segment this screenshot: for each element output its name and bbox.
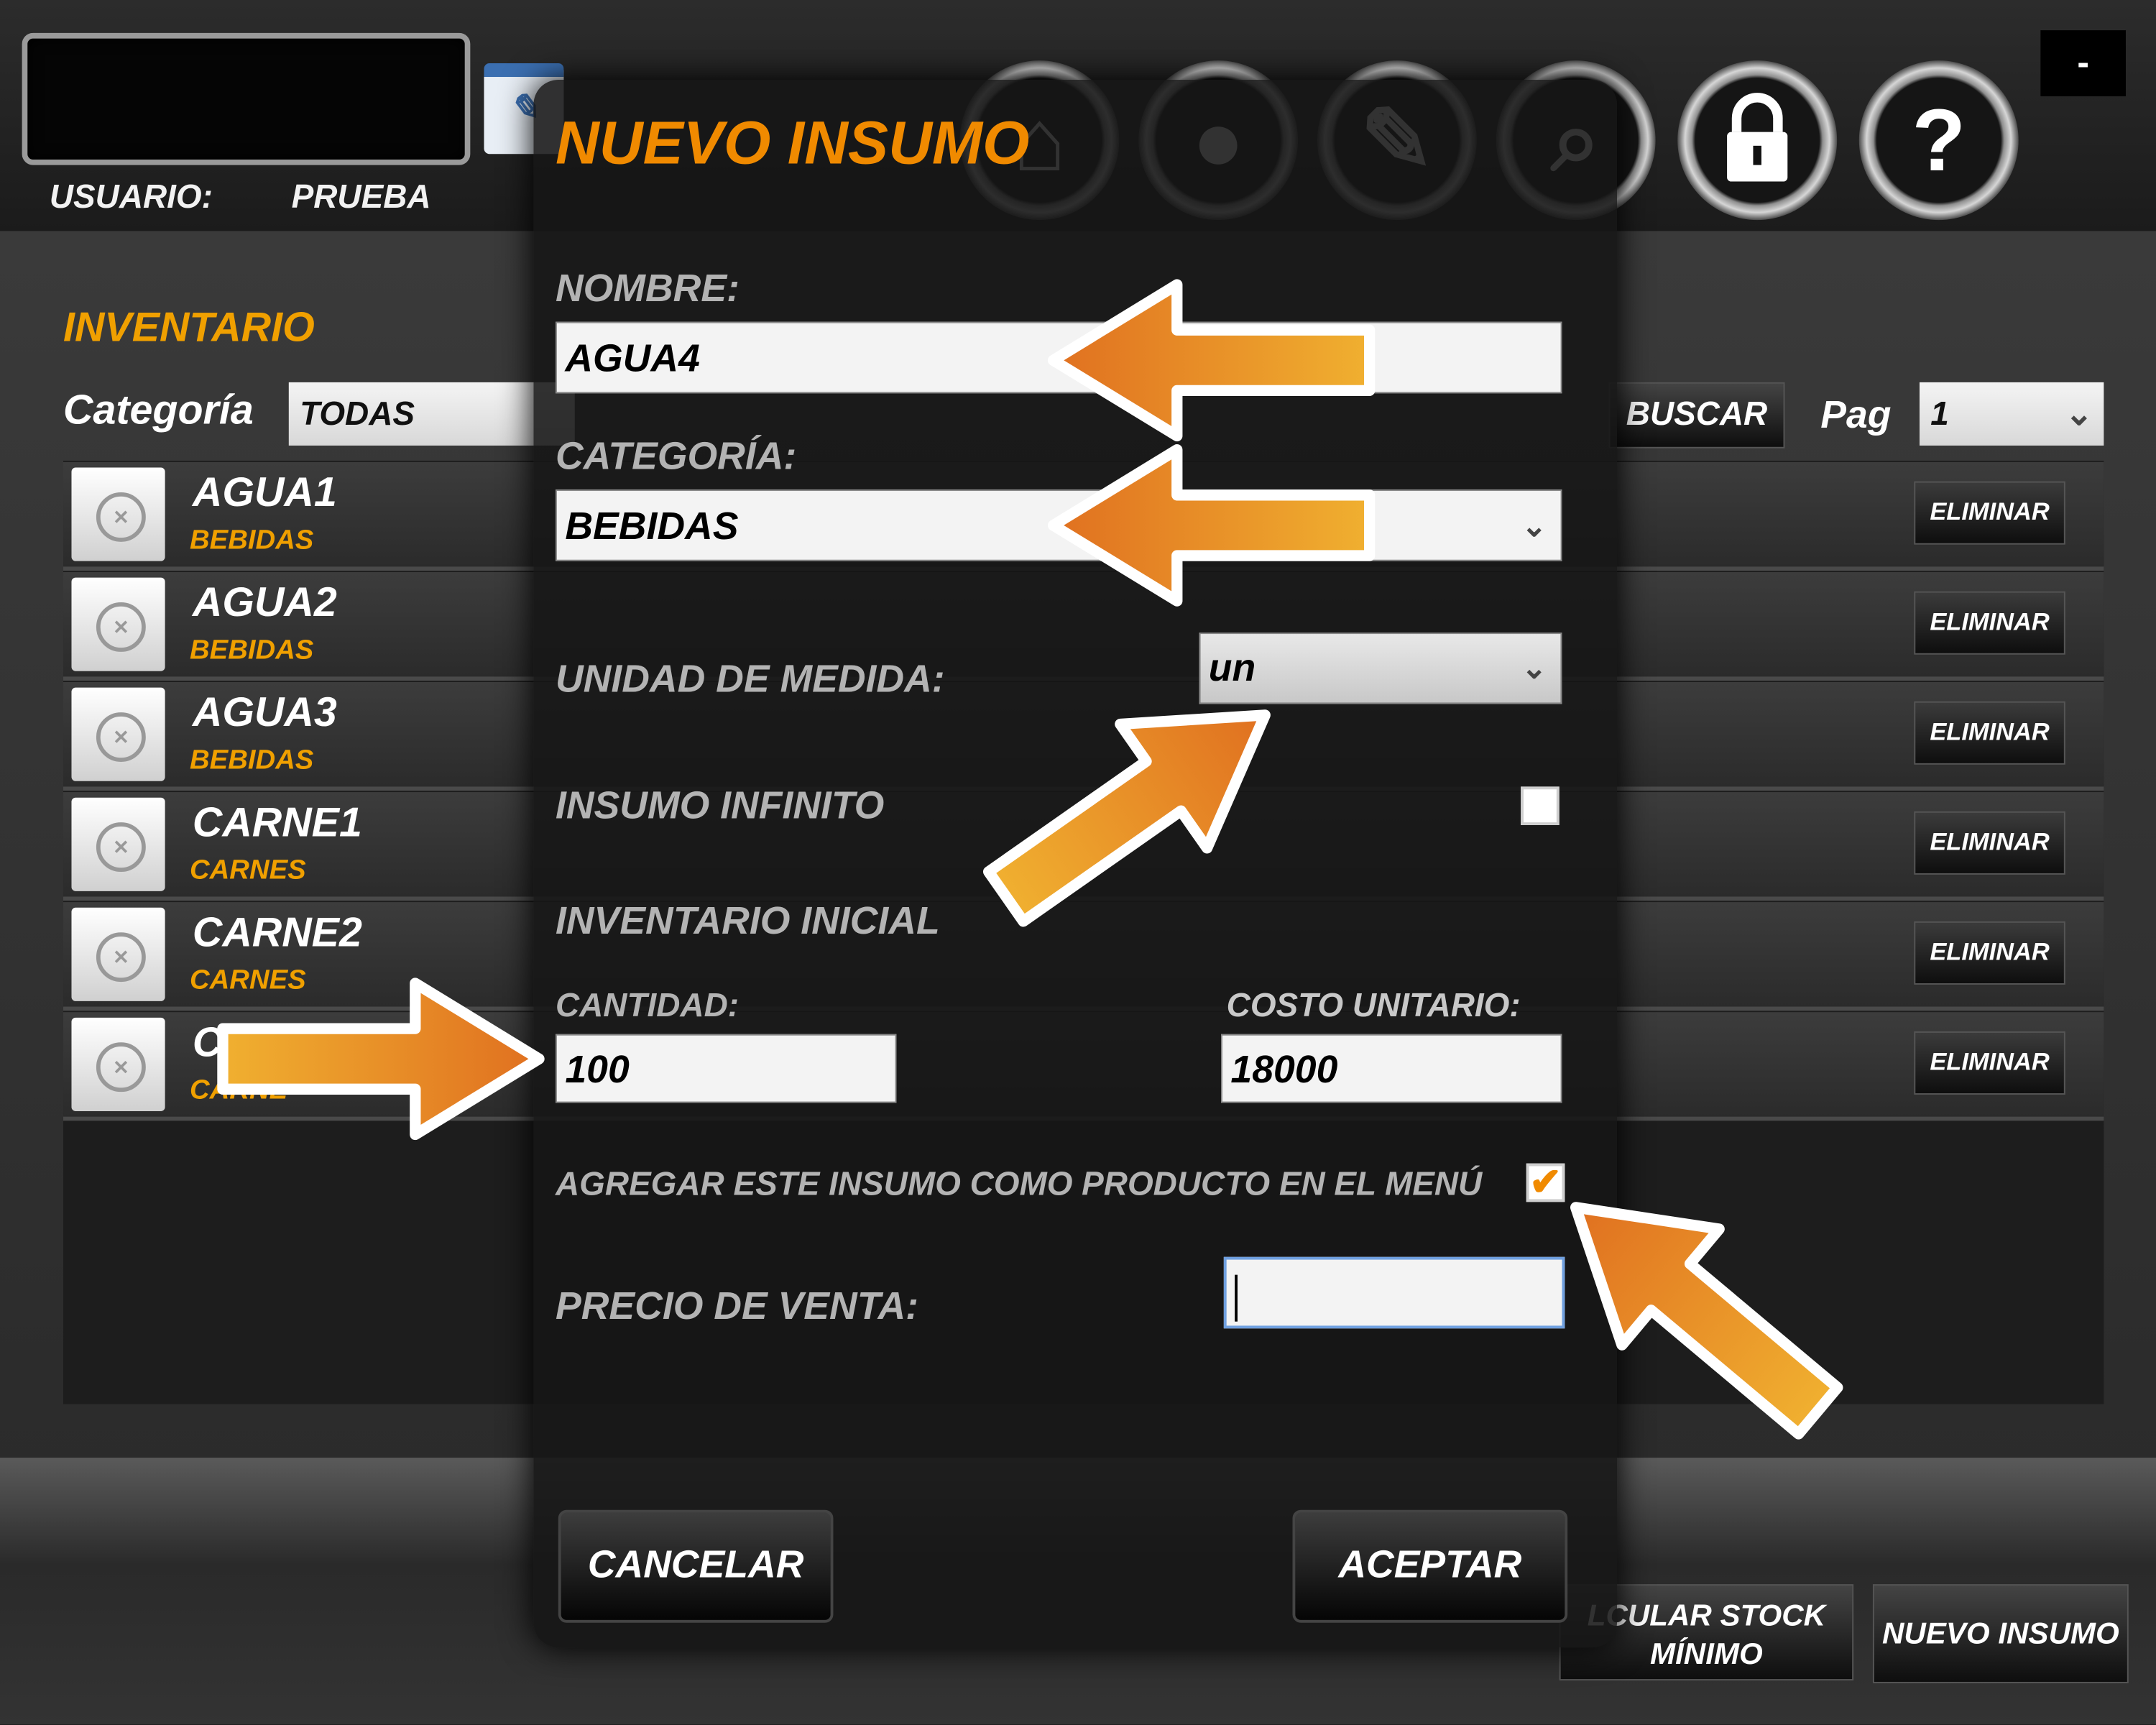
app-window: USUARIO: PRUEBA ✎ ⌂ ● ✎ ⌕ ? - INVENTARIO… [0,0,2156,1725]
arrow-unit-field [962,653,1308,959]
arrow-add-to-menu [1527,1149,1866,1468]
arrow-quantity-field [223,983,539,1134]
arrow-category-field [1054,450,1370,601]
arrow-name-field [1054,285,1370,436]
annotation-arrows [0,0,2156,1724]
